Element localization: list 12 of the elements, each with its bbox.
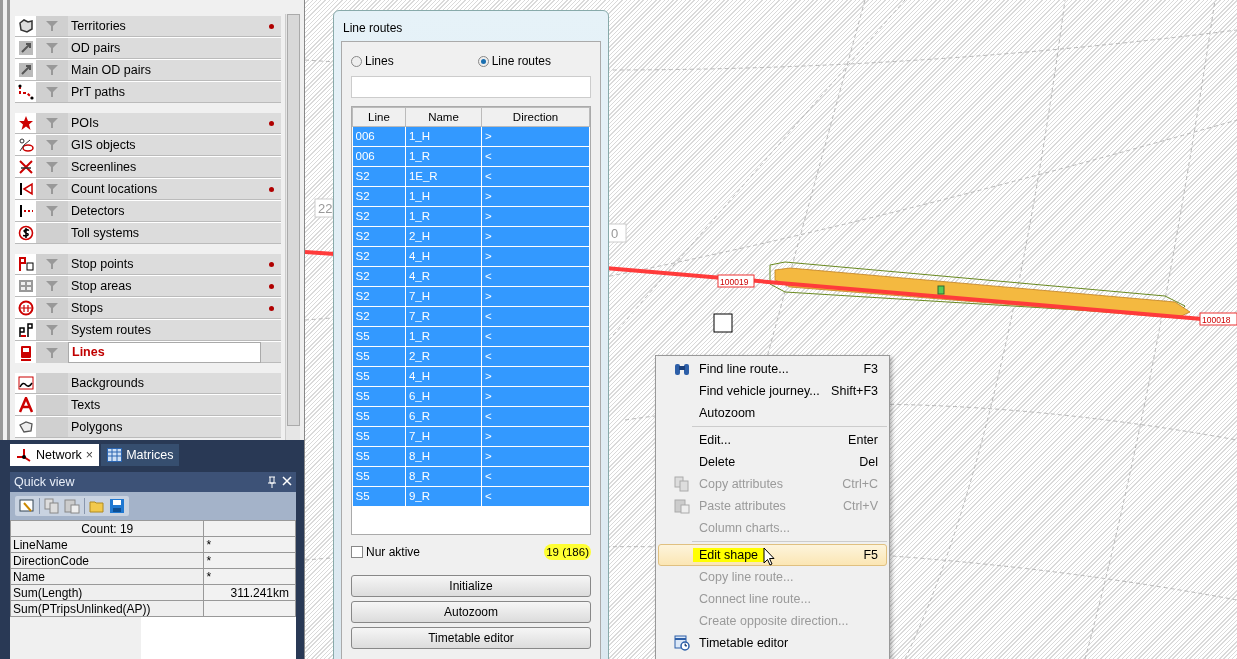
link-label: 100018 bbox=[1199, 312, 1237, 326]
route-count: 19 (186) bbox=[544, 544, 591, 560]
attribute-value: * bbox=[206, 569, 212, 584]
node-label: 0 bbox=[607, 223, 627, 243]
attribute-value: * bbox=[206, 537, 212, 552]
node-label: 22 bbox=[314, 198, 334, 218]
panel-title: Quick view bbox=[14, 475, 75, 489]
count-cell: Count: 19 bbox=[10, 520, 204, 537]
attribute-value: 311.241km bbox=[230, 585, 289, 600]
attribute-value: * bbox=[206, 553, 212, 568]
link-label: 100019 bbox=[717, 274, 755, 288]
dialog-title: Line routes bbox=[342, 20, 404, 37]
